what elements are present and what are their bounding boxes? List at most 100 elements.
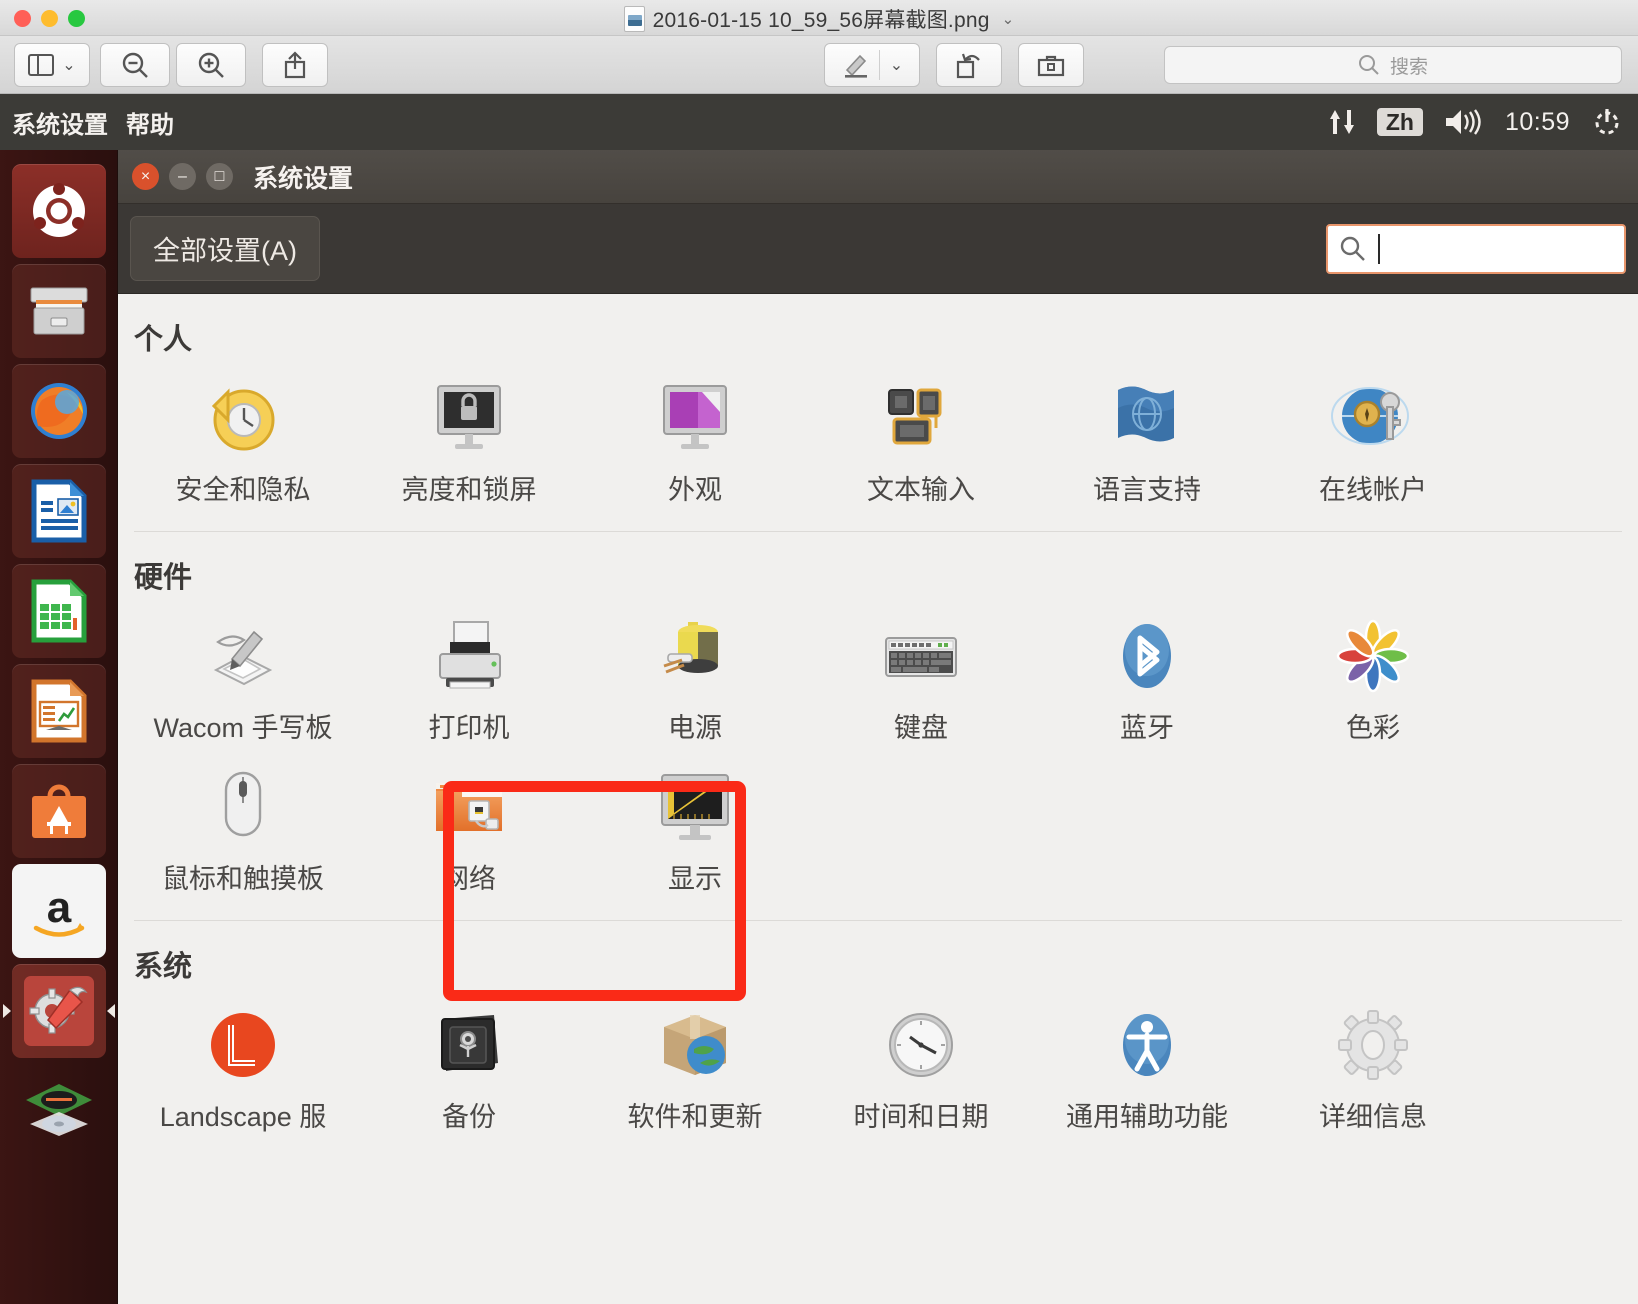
settings-item-backup[interactable]: 备份	[356, 993, 582, 1144]
libreoffice-calc-icon	[31, 579, 86, 643]
zoom-out-button[interactable]	[100, 43, 170, 87]
section-title: 系统	[134, 950, 193, 983]
launcher-item-ubuntu-software-center[interactable]	[11, 764, 106, 858]
unity-top-panel: 系统设置 帮助 Zh 10:59	[0, 94, 1638, 150]
universal-access-icon	[1100, 999, 1194, 1093]
chevron-down-icon: ⌄	[62, 57, 76, 74]
settings-item-details[interactable]: 详细信息	[1260, 993, 1486, 1144]
file-manager-icon	[30, 287, 87, 335]
settings-maximize-button[interactable]: □	[206, 163, 233, 190]
section-title: 个人	[134, 324, 193, 356]
settings-item-label: 详细信息	[1319, 1101, 1427, 1132]
settings-item-language-support[interactable]: 语言支持	[1034, 366, 1260, 517]
settings-item-displays[interactable]: 显示	[582, 755, 808, 906]
settings-item-label: 安全和隐私	[175, 475, 311, 505]
settings-item-universal-access[interactable]: 通用辅助功能	[1034, 993, 1260, 1144]
settings-item-brightness-lock[interactable]: 亮度和锁屏	[356, 366, 582, 517]
settings-item-wacom-tablet[interactable]: Wacom 手写板	[130, 604, 356, 755]
network-folder-icon	[422, 761, 516, 855]
ubuntu-logo-icon	[32, 183, 85, 237]
mac-search-field[interactable]: 搜索	[1164, 46, 1622, 84]
software-center-bag-icon	[31, 784, 86, 838]
libreoffice-writer-icon	[31, 479, 86, 543]
all-settings-button[interactable]: 全部设置(A)	[130, 216, 320, 281]
settings-item-time-date[interactable]: 时间和日期	[808, 993, 1034, 1144]
ubuntu-desktop: 系统设置 帮助 Zh 10:59 a × – □ 系统设置 全部设置(A) 个人…	[0, 94, 1638, 1304]
brightness-lock-icon	[422, 372, 516, 466]
software-updates-icon	[648, 999, 742, 1093]
settings-window-title: 系统设置	[253, 164, 354, 193]
section-system: 系统 Landscape 服 备份 软件和更新 时间和日期 通用辅助功能 详细信…	[118, 921, 1638, 1144]
settings-search-field[interactable]	[1326, 223, 1626, 274]
settings-item-keyboard[interactable]: 键盘	[808, 604, 1034, 755]
launcher-item-libreoffice-calc[interactable]	[11, 564, 106, 658]
security-privacy-icon	[196, 372, 290, 466]
launcher-item-files[interactable]	[11, 264, 106, 358]
launcher-item-firefox[interactable]	[11, 364, 106, 458]
launcher-item-system-settings[interactable]	[2, 964, 115, 1058]
settings-item-label: 语言支持	[1093, 475, 1201, 505]
search-icon	[1358, 55, 1379, 75]
wacom-tablet-icon	[196, 610, 290, 704]
settings-item-label: 蓝牙	[1120, 712, 1174, 743]
chevron-down-icon[interactable]: ⌄	[1002, 10, 1015, 28]
online-accounts-icon	[1326, 372, 1420, 466]
settings-item-power[interactable]: 电源	[582, 604, 808, 755]
settings-minimize-button[interactable]: –	[169, 163, 196, 190]
settings-item-online-accounts[interactable]: 在线帐户	[1260, 366, 1486, 517]
launcher-item-workspace-switcher[interactable]	[12, 1064, 106, 1158]
settings-item-software-updates[interactable]: 软件和更新	[582, 993, 808, 1144]
document-title: 2016-01-15 10_59_56屏幕截图.png ⌄	[0, 4, 1638, 34]
system-settings-window: × – □ 系统设置 全部设置(A) 个人 安全和隐私 亮度和锁屏 外观 文本输…	[118, 150, 1638, 1304]
mac-search-placeholder: 搜索	[1389, 56, 1428, 78]
settings-item-printer[interactable]: 打印机	[356, 604, 582, 755]
settings-close-button[interactable]: ×	[132, 163, 159, 190]
landscape-service-icon	[196, 999, 290, 1093]
launcher-item-amazon[interactable]: a	[11, 864, 106, 958]
text-entry-icon	[874, 372, 968, 466]
volume-icon[interactable]	[1443, 107, 1485, 137]
document-filename: 2016-01-15 10_59_56屏幕截图.png	[652, 9, 990, 32]
appearance-icon	[648, 372, 742, 466]
input-method-indicator[interactable]: Zh	[1376, 107, 1423, 137]
keyboard-icon	[874, 610, 968, 704]
settings-item-label: 备份	[442, 1101, 496, 1132]
power-gear-icon[interactable]	[1590, 105, 1624, 139]
clock-indicator[interactable]: 10:59	[1505, 108, 1570, 137]
zoom-in-button[interactable]	[176, 43, 246, 87]
toolbox-button[interactable]	[1018, 43, 1084, 87]
settings-item-landscape-service[interactable]: Landscape 服	[130, 993, 356, 1144]
panel-menu-system-settings[interactable]: 系统设置	[12, 105, 108, 140]
launcher-item-libreoffice-writer[interactable]	[11, 464, 106, 558]
settings-item-text-entry[interactable]: 文本输入	[808, 366, 1034, 517]
launcher-item-ubuntu-dash[interactable]	[11, 164, 106, 258]
displays-icon	[648, 761, 742, 855]
launcher-item-libreoffice-impress[interactable]	[11, 664, 106, 758]
settings-item-security-privacy[interactable]: 安全和隐私	[130, 366, 356, 517]
rotate-button[interactable]	[936, 43, 1002, 87]
settings-item-label: 网络	[442, 863, 496, 894]
markup-button[interactable]: ⌄	[824, 43, 920, 87]
search-icon	[1340, 236, 1365, 261]
sidebar-view-button[interactable]: ⌄	[14, 43, 90, 87]
panel-menu-help[interactable]: 帮助	[126, 105, 174, 140]
settings-item-label: 软件和更新	[627, 1101, 763, 1132]
settings-item-mouse-touchpad[interactable]: 鼠标和触摸板	[130, 755, 356, 906]
settings-toolbar: 全部设置(A)	[118, 204, 1638, 294]
mac-toolbar: ⌄ ⌄ 搜索	[0, 36, 1638, 94]
section-grid: 安全和隐私 亮度和锁屏 外观 文本输入 语言支持 在线帐户	[118, 366, 1638, 517]
amazon-icon: a	[33, 883, 84, 937]
settings-item-label: Wacom 手写板	[153, 712, 333, 743]
network-updown-icon[interactable]	[1327, 106, 1357, 138]
settings-item-appearance[interactable]: 外观	[582, 366, 808, 517]
settings-item-color[interactable]: 色彩	[1260, 604, 1486, 755]
settings-item-label: 通用辅助功能	[1066, 1101, 1228, 1132]
settings-item-label: 在线帐户	[1319, 475, 1427, 505]
settings-item-network[interactable]: 网络	[356, 755, 582, 906]
settings-item-label: 鼠标和触摸板	[162, 863, 324, 894]
share-button[interactable]	[262, 43, 328, 87]
mac-titlebar: 2016-01-15 10_59_56屏幕截图.png ⌄	[0, 0, 1638, 36]
section-hardware: 硬件 Wacom 手写板 打印机 电源 键盘 蓝牙 色彩 鼠标和触摸板 网络 显…	[118, 532, 1638, 906]
settings-item-bluetooth[interactable]: 蓝牙	[1034, 604, 1260, 755]
panel-indicators: Zh 10:59	[1327, 105, 1638, 139]
